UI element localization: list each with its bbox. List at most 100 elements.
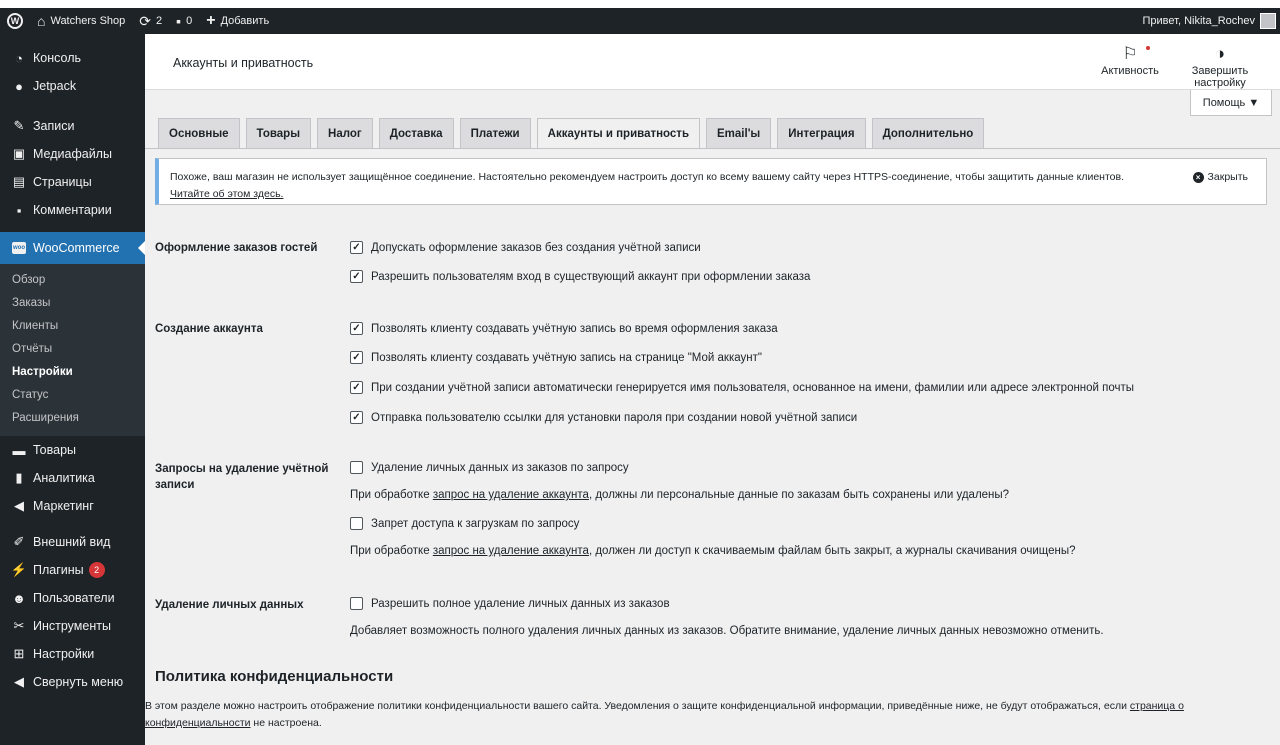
erasure-orders-checkbox[interactable] bbox=[350, 461, 363, 474]
menu-products[interactable]: ▬ Товары bbox=[0, 436, 145, 464]
menu-label: Плагины bbox=[33, 563, 84, 577]
collapse-menu-button[interactable]: ◀ Свернуть меню bbox=[0, 668, 145, 696]
my-account-link[interactable]: Привет, Nikita_Rochev bbox=[1136, 8, 1276, 34]
notice-dismiss-button[interactable]: × Закрыть bbox=[1192, 169, 1248, 186]
submenu-overview[interactable]: Обзор bbox=[0, 269, 145, 292]
menu-settings[interactable]: ⊞ Настройки bbox=[0, 640, 145, 668]
desc-text: При обработке bbox=[350, 545, 433, 557]
analytics-icon: ▮ bbox=[15, 470, 23, 485]
menu-appearance[interactable]: ✐ Внешний вид bbox=[0, 528, 145, 556]
privacy-policy-heading: Политика конфиденциальности bbox=[155, 668, 394, 685]
menu-label: Маркетинг bbox=[33, 499, 94, 513]
tab-advanced[interactable]: Дополнительно bbox=[871, 118, 985, 148]
send-password-link-option[interactable]: ✓ Отправка пользователю ссылки для устан… bbox=[350, 411, 857, 424]
submenu-status[interactable]: Статус bbox=[0, 384, 145, 407]
desc-text: , должен ли доступ к скачиваемым файлам … bbox=[588, 545, 1076, 557]
menu-comments[interactable]: ▪ Комментарии bbox=[0, 196, 145, 224]
desc-text: , должны ли персональные данные по заказ… bbox=[588, 489, 1010, 501]
menu-label: Записи bbox=[33, 119, 75, 133]
erasure-downloads-description: При обработке запрос на удаление аккаунт… bbox=[350, 545, 1076, 557]
guest-checkout-checkbox[interactable]: ✓ bbox=[350, 241, 363, 254]
menu-users[interactable]: ☻ Пользователи bbox=[0, 584, 145, 612]
tabs-divider bbox=[145, 148, 1280, 149]
menu-jetpack[interactable]: ● Jetpack bbox=[0, 72, 145, 100]
comments-link[interactable]: ▪ 0 bbox=[169, 8, 199, 34]
menu-label: Консоль bbox=[33, 51, 82, 65]
account-creation-label: Создание аккаунта bbox=[155, 323, 263, 335]
menu-analytics[interactable]: ▮ Аналитика bbox=[0, 464, 145, 492]
finish-setup-button[interactable]: ◑ Завершить настройку bbox=[1166, 43, 1274, 89]
updates-icon: ⟳ bbox=[139, 12, 151, 29]
updates-link[interactable]: ⟳ 2 bbox=[132, 8, 169, 34]
notice-text: Похоже, ваш магазин не использует защищё… bbox=[170, 171, 1125, 183]
submenu-settings[interactable]: Настройки bbox=[0, 361, 145, 384]
activity-button[interactable]: ⚐ Активность bbox=[1100, 43, 1160, 77]
generate-username-checkbox[interactable]: ✓ bbox=[350, 381, 363, 394]
home-icon: ⌂ bbox=[37, 13, 46, 29]
jetpack-icon: ● bbox=[15, 78, 23, 94]
tab-tax[interactable]: Налог bbox=[317, 118, 373, 148]
woo-logo: woo bbox=[12, 242, 26, 254]
menu-media[interactable]: ▣ Медиафайлы bbox=[0, 140, 145, 168]
menu-label: Свернуть меню bbox=[33, 675, 124, 689]
tab-shipping[interactable]: Доставка bbox=[378, 118, 454, 148]
erasure-downloads-checkbox[interactable] bbox=[350, 517, 363, 530]
pin-icon: ✎ bbox=[13, 118, 25, 133]
site-name-link[interactable]: ⌂ Watchers Shop bbox=[30, 8, 132, 34]
submenu-customers[interactable]: Клиенты bbox=[0, 315, 145, 338]
tab-payments[interactable]: Платежи bbox=[459, 118, 531, 148]
dismiss-label: Закрыть bbox=[1207, 171, 1248, 183]
menu-marketing[interactable]: ◀ Маркетинг bbox=[0, 492, 145, 520]
submenu-orders[interactable]: Заказы bbox=[0, 292, 145, 315]
erasure-orders-description: При обработке запрос на удаление аккаунт… bbox=[350, 489, 1009, 501]
menu-plugins[interactable]: ⚡ Плагины 2 bbox=[0, 556, 145, 584]
flag-icon: ⚐ bbox=[1100, 43, 1160, 65]
erasure-request-link[interactable]: запрос на удаление аккаунта bbox=[433, 489, 589, 501]
allow-bulk-removal-option[interactable]: Разрешить полное удаление личных данных … bbox=[350, 597, 670, 610]
login-at-checkout-checkbox[interactable]: ✓ bbox=[350, 270, 363, 283]
login-at-checkout-option[interactable]: ✓ Разрешить пользователям вход в существ… bbox=[350, 270, 810, 283]
notice-read-more-link[interactable]: Читайте об этом здесь. bbox=[170, 188, 283, 200]
add-new-label: Добавить bbox=[220, 15, 270, 27]
finish-setup-label: Завершить настройку bbox=[1191, 65, 1249, 89]
add-new-link[interactable]: + Добавить bbox=[199, 8, 276, 34]
menu-console[interactable]: ◔ Консоль bbox=[0, 44, 145, 72]
allow-bulk-removal-checkbox[interactable] bbox=[350, 597, 363, 610]
signup-on-my-account-option[interactable]: ✓ Позволять клиенту создавать учётную за… bbox=[350, 351, 762, 364]
desc-text: не настроена. bbox=[250, 717, 322, 729]
tab-integration[interactable]: Интеграция bbox=[777, 118, 866, 148]
submenu-reports[interactable]: Отчёты bbox=[0, 338, 145, 361]
menu-woocommerce[interactable]: woo WooCommerce bbox=[0, 232, 145, 264]
tab-general[interactable]: Основные bbox=[158, 118, 240, 148]
menu-pages[interactable]: ▤ Страницы bbox=[0, 168, 145, 196]
option-label: Допускать оформление заказов без создани… bbox=[371, 241, 701, 254]
activity-label: Активность bbox=[1101, 65, 1159, 77]
guest-checkout-option[interactable]: ✓ Допускать оформление заказов без созда… bbox=[350, 241, 701, 254]
erasure-orders-option[interactable]: Удаление личных данных из заказов по зап… bbox=[350, 461, 629, 474]
signup-on-my-account-checkbox[interactable]: ✓ bbox=[350, 351, 363, 364]
option-label: Отправка пользователю ссылки для установ… bbox=[371, 411, 858, 424]
collapse-icon: ◀ bbox=[14, 674, 24, 689]
products-icon: ▬ bbox=[12, 442, 26, 458]
erasure-downloads-option[interactable]: Запрет доступа к загрузкам по запросу bbox=[350, 517, 579, 530]
signup-at-checkout-checkbox[interactable]: ✓ bbox=[350, 322, 363, 335]
help-button[interactable]: Помощь ▼ bbox=[1190, 90, 1272, 116]
option-label: Разрешить пользователям вход в существую… bbox=[371, 270, 811, 283]
half-circle-icon: ◑ bbox=[1214, 44, 1226, 63]
generate-username-option[interactable]: ✓ При создании учётной записи автоматиче… bbox=[350, 381, 1134, 394]
settings-icon: ⊞ bbox=[13, 646, 25, 661]
wordpress-logo-button[interactable]: W bbox=[0, 8, 30, 34]
send-password-link-checkbox[interactable]: ✓ bbox=[350, 411, 363, 424]
menu-tools[interactable]: ✂ Инструменты bbox=[0, 612, 145, 640]
signup-at-checkout-option[interactable]: ✓ Позволять клиенту создавать учётную за… bbox=[350, 322, 778, 335]
wordpress-icon: W bbox=[7, 13, 23, 29]
submenu-extensions[interactable]: Расширения bbox=[0, 407, 145, 430]
personal-data-removal-description: Добавляет возможность полного удаления л… bbox=[350, 625, 1104, 637]
option-label: Позволять клиенту создавать учётную запи… bbox=[371, 322, 778, 335]
tab-accounts-privacy[interactable]: Аккаунты и приватность bbox=[536, 118, 701, 149]
menu-posts[interactable]: ✎ Записи bbox=[0, 112, 145, 140]
tab-products[interactable]: Товары bbox=[245, 118, 312, 148]
tab-emails[interactable]: Email'ы bbox=[706, 118, 772, 148]
erasure-request-link[interactable]: запрос на удаление аккаунта bbox=[433, 545, 589, 557]
menu-label: WooCommerce bbox=[33, 241, 120, 255]
